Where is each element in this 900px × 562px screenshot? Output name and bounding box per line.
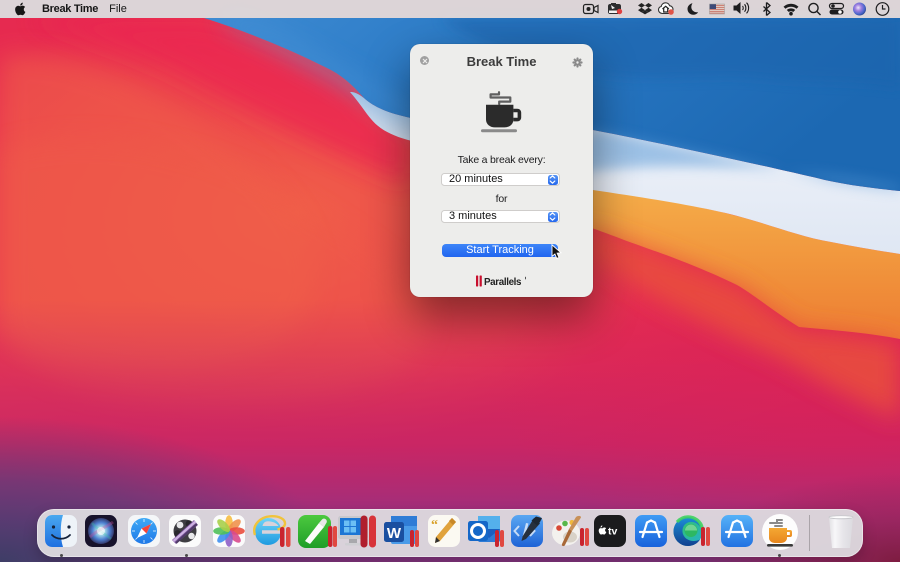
svg-text:W: W [387, 525, 402, 542]
svg-text:“: “ [431, 518, 438, 533]
svg-text:Parallels: Parallels [484, 277, 522, 288]
svg-text:tv: tv [608, 526, 617, 538]
